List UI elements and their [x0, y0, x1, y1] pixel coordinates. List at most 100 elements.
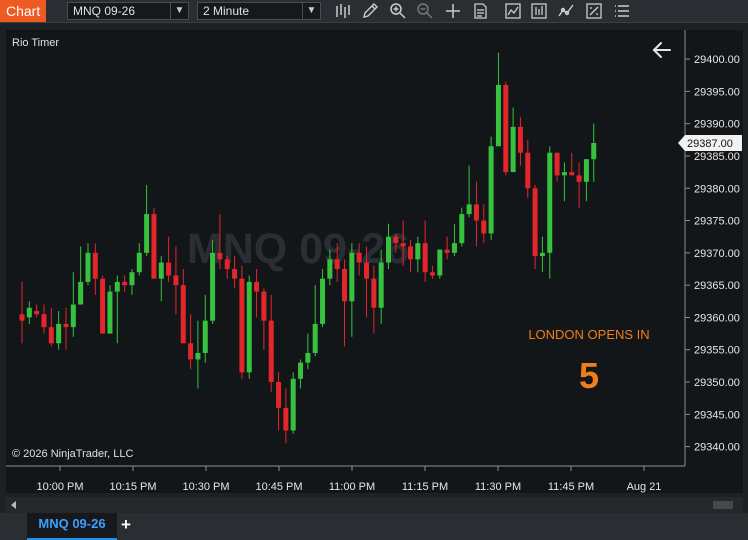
candle-body	[437, 249, 443, 276]
candle	[114, 275, 120, 344]
current-price-label: 29387.00	[687, 138, 733, 150]
instrument-selector[interactable]: MNQ 09-26 ▼	[67, 2, 189, 20]
y-tick-label: 29395.00	[694, 86, 740, 98]
candle	[444, 236, 450, 260]
candle	[481, 204, 487, 244]
candle-body	[41, 314, 47, 328]
candle-body	[188, 343, 194, 360]
x-tick-label: 10:15 PM	[109, 481, 156, 493]
candle	[495, 52, 501, 147]
candle-body	[92, 252, 98, 279]
scroll-left-icon[interactable]	[11, 501, 16, 509]
candle-body	[151, 214, 157, 279]
candle	[195, 320, 201, 389]
indicators-icon[interactable]	[504, 2, 524, 20]
candle-body	[547, 152, 553, 253]
candle	[261, 288, 267, 350]
candle	[158, 256, 164, 302]
bar-type-icon[interactable]	[333, 2, 353, 20]
interval-selector[interactable]: 2 Minute ▼	[197, 2, 321, 20]
properties-icon[interactable]	[585, 2, 605, 20]
candle-body	[473, 204, 479, 221]
candle-body	[261, 291, 267, 321]
y-tick-label: 29380.00	[694, 183, 740, 195]
draw-pencil-icon[interactable]	[361, 2, 381, 20]
chevron-down-icon: ▼	[170, 3, 188, 19]
candle-body	[591, 143, 597, 160]
candle-body	[495, 84, 501, 147]
candle	[48, 307, 54, 347]
y-tick-label: 29350.00	[694, 377, 740, 389]
candle	[554, 152, 560, 182]
candle	[224, 256, 230, 279]
candle-body	[136, 252, 142, 273]
y-tick-label: 29365.00	[694, 280, 740, 292]
horizontal-scrollbar[interactable]	[6, 497, 743, 513]
candle-body	[583, 159, 589, 182]
scroll-thumb[interactable]	[713, 501, 733, 509]
candle-body	[386, 236, 391, 263]
candle-body	[378, 262, 384, 308]
candle-body	[525, 152, 531, 189]
crosshair-icon[interactable]	[444, 2, 464, 20]
candle-body	[100, 278, 106, 334]
strategies-icon[interactable]	[530, 2, 550, 20]
candle-body	[576, 175, 582, 182]
more-menu-icon[interactable]	[613, 2, 633, 20]
candle-body	[334, 259, 340, 269]
data-box-icon[interactable]	[472, 2, 492, 20]
candle	[583, 159, 589, 202]
candle-body	[554, 152, 560, 176]
timer-value: 5	[579, 355, 599, 396]
y-tick-label: 29355.00	[694, 345, 740, 357]
candle-body	[320, 278, 326, 324]
candle	[290, 372, 296, 434]
add-tab-button[interactable]: +	[121, 515, 131, 535]
candle	[525, 139, 531, 198]
candle	[85, 243, 91, 286]
candle-body	[422, 243, 428, 273]
chart-toolbar: Chart MNQ 09-26 ▼ 2 Minute ▼	[0, 0, 748, 23]
candle-body	[298, 362, 304, 379]
y-tick-label: 29340.00	[694, 442, 740, 454]
candle	[591, 123, 597, 182]
candle-body	[210, 252, 216, 321]
candle-body	[144, 214, 150, 253]
candle	[466, 165, 472, 218]
y-tick-label: 29370.00	[694, 248, 740, 260]
candle	[63, 307, 69, 350]
candle	[188, 314, 194, 370]
candle-body	[481, 220, 487, 234]
zoom-out-icon[interactable]	[416, 2, 436, 20]
drawing-tools-icon[interactable]	[557, 2, 577, 20]
candle-body	[459, 214, 465, 244]
arrow-left-icon[interactable]	[651, 40, 673, 60]
candle-body	[180, 285, 186, 344]
candle-body	[305, 352, 311, 363]
chart-window-tab[interactable]: Chart	[0, 0, 46, 22]
candle-body	[327, 259, 333, 279]
candle-body	[158, 262, 164, 279]
candle	[100, 275, 106, 334]
instrument-tab[interactable]: MNQ 09-26	[27, 513, 117, 540]
candle	[202, 294, 208, 363]
y-tick-label: 29385.00	[694, 151, 740, 163]
candle	[312, 285, 318, 357]
candle-body	[173, 275, 179, 286]
price-chart[interactable]: MNQ 09-26 29400.0029395.0029390.0029385.…	[6, 30, 743, 493]
candle-body	[312, 323, 318, 353]
candle	[166, 236, 172, 282]
candle	[422, 220, 428, 282]
x-tick-label: 11:00 PM	[329, 481, 375, 493]
zoom-in-icon[interactable]	[389, 2, 409, 20]
candle	[459, 207, 465, 247]
candle-body	[429, 272, 435, 276]
candle	[239, 265, 245, 379]
candle-body	[217, 252, 223, 260]
chart-panel[interactable]: MNQ 09-26 29400.00 29395.00 29390.00 29385.…	[6, 30, 743, 493]
candle-body	[232, 268, 238, 279]
candle	[41, 304, 47, 334]
candle	[92, 243, 98, 295]
interval-value: 2 Minute	[203, 4, 250, 18]
bottom-tab-bar: MNQ 09-26 +	[0, 513, 748, 540]
